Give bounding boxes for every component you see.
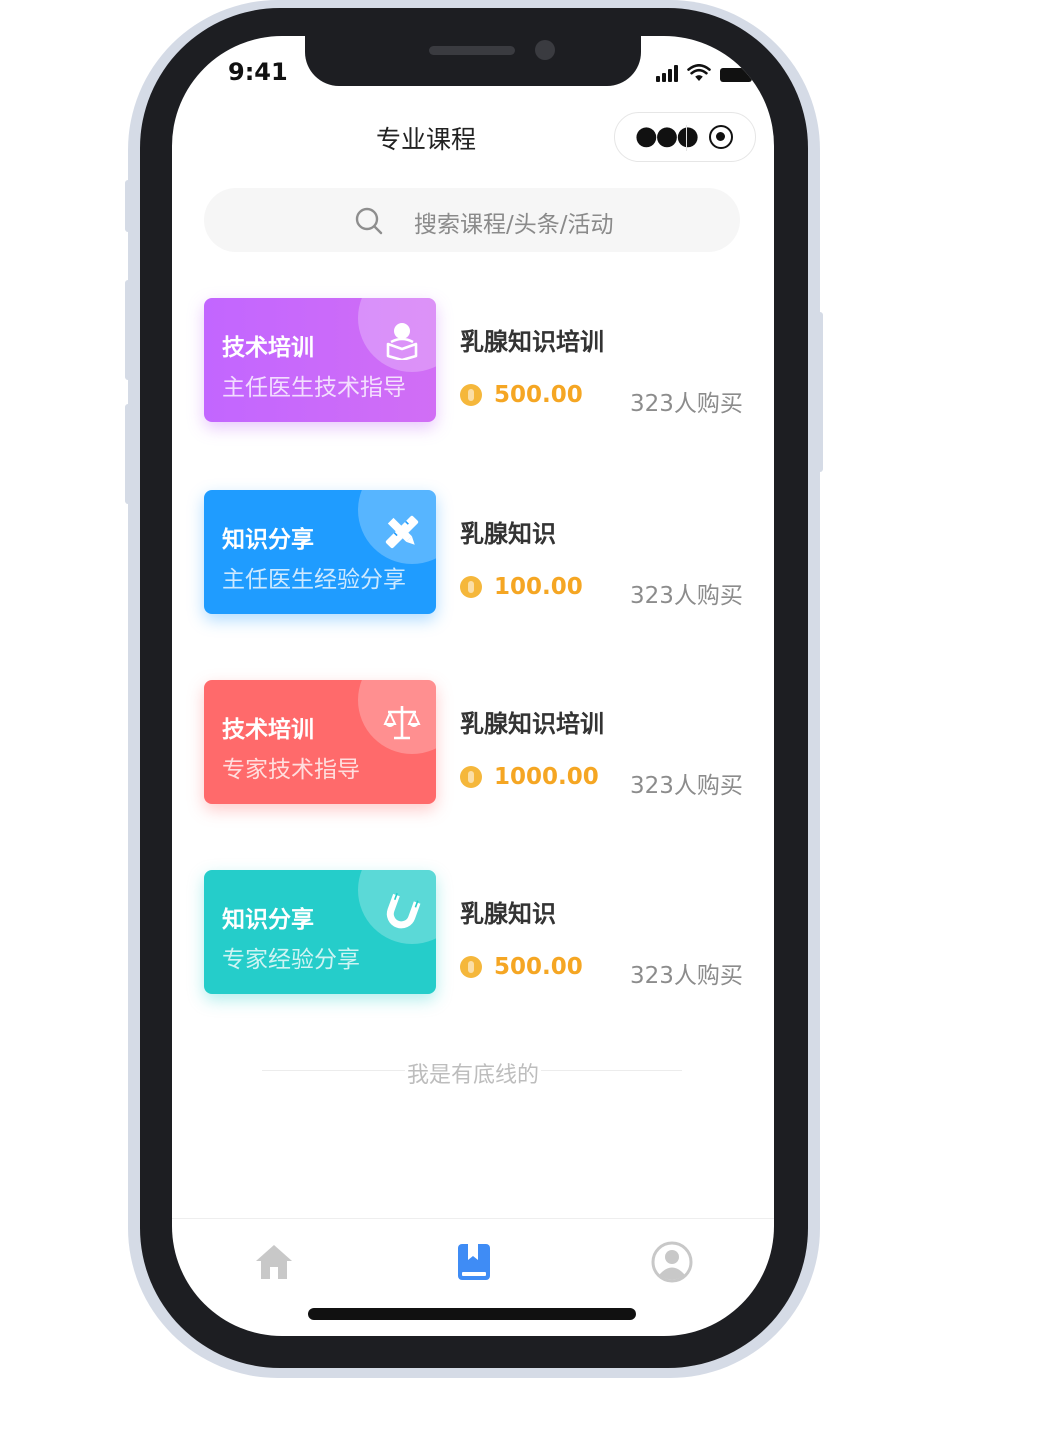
pencil-ruler-icon	[385, 515, 419, 549]
magnet-icon	[386, 892, 421, 929]
coin-icon	[460, 766, 482, 788]
end-of-list-text: 我是有底线的	[404, 1063, 541, 1088]
front-camera	[535, 40, 555, 60]
course-title: 乳腺知识培训	[460, 328, 604, 356]
course-price: 500.00	[460, 382, 583, 408]
volume-up-button	[125, 280, 133, 380]
home-indicator	[308, 1308, 636, 1320]
coin-icon	[460, 576, 482, 598]
speaker	[429, 46, 515, 55]
course-card[interactable]: 知识分享 专家经验分享	[204, 870, 436, 994]
target-icon[interactable]	[709, 125, 733, 149]
price-value: 100.00	[494, 574, 583, 600]
course-item[interactable]: 技术培训 专家技术指导 乳腺知识培训 1000.00 323人购买	[204, 680, 764, 804]
tabbar-divider	[172, 1218, 774, 1219]
price-value: 500.00	[494, 954, 583, 980]
coin-icon	[460, 384, 482, 406]
course-subtitle: 主任医生技术指导	[222, 375, 406, 401]
course-price: 1000.00	[460, 764, 599, 790]
search-bar[interactable]: 搜索课程/头条/活动	[204, 188, 740, 252]
price-value: 500.00	[494, 382, 583, 408]
status-time: 9:41	[228, 58, 288, 86]
course-tag: 知识分享	[222, 527, 314, 553]
course-item[interactable]: 技术培训 主任医生技术指导 乳腺知识培训 500.00 323人购买	[204, 298, 764, 422]
buyer-count: 323人购买	[630, 391, 743, 417]
course-tag: 知识分享	[222, 907, 314, 933]
search-icon	[355, 207, 383, 235]
capsule-divider	[686, 125, 687, 151]
course-card[interactable]: 知识分享 主任医生经验分享	[204, 490, 436, 614]
volume-down-button	[125, 404, 133, 504]
coin-icon	[460, 956, 482, 978]
book-icon[interactable]	[452, 1240, 496, 1284]
home-icon[interactable]	[252, 1240, 296, 1284]
course-card[interactable]: 技术培训 专家技术指导	[204, 680, 436, 804]
course-tag: 技术培训	[222, 717, 314, 743]
reader-icon	[386, 323, 418, 360]
scale-icon	[383, 706, 421, 740]
course-item[interactable]: 知识分享 专家经验分享 乳腺知识 500.00 323人购买	[204, 870, 764, 994]
notch	[305, 36, 641, 86]
mini-program-capsule: ●●●	[614, 112, 756, 162]
course-item[interactable]: 知识分享 主任医生经验分享 乳腺知识 100.00 323人购买	[204, 490, 764, 614]
course-tag: 技术培训	[222, 335, 314, 361]
power-button	[815, 312, 823, 472]
screen: 9:41 专业课程 ●●● 搜索课程/头条/活动 技术培训 主任医生技术指导 乳…	[172, 36, 774, 1336]
course-subtitle: 专家技术指导	[222, 757, 360, 783]
course-price: 500.00	[460, 954, 583, 980]
buyer-count: 323人购买	[630, 963, 743, 989]
course-title: 乳腺知识培训	[460, 710, 604, 738]
user-icon[interactable]	[650, 1240, 694, 1284]
course-price: 100.00	[460, 574, 583, 600]
wifi-icon	[687, 64, 711, 81]
buyer-count: 323人购买	[630, 583, 743, 609]
buyer-count: 323人购买	[630, 773, 743, 799]
battery-icon	[720, 68, 757, 82]
status-icons	[656, 62, 757, 82]
cellular-signal-icon	[656, 65, 678, 82]
course-card[interactable]: 技术培训 主任医生技术指导	[204, 298, 436, 422]
course-title: 乳腺知识	[460, 900, 556, 928]
course-title: 乳腺知识	[460, 520, 556, 548]
price-value: 1000.00	[494, 764, 599, 790]
course-subtitle: 主任医生经验分享	[222, 567, 406, 593]
mute-switch	[125, 180, 133, 232]
course-subtitle: 专家经验分享	[222, 947, 360, 973]
search-placeholder: 搜索课程/头条/活动	[414, 212, 614, 238]
more-dots-icon[interactable]: ●●●	[635, 123, 699, 149]
